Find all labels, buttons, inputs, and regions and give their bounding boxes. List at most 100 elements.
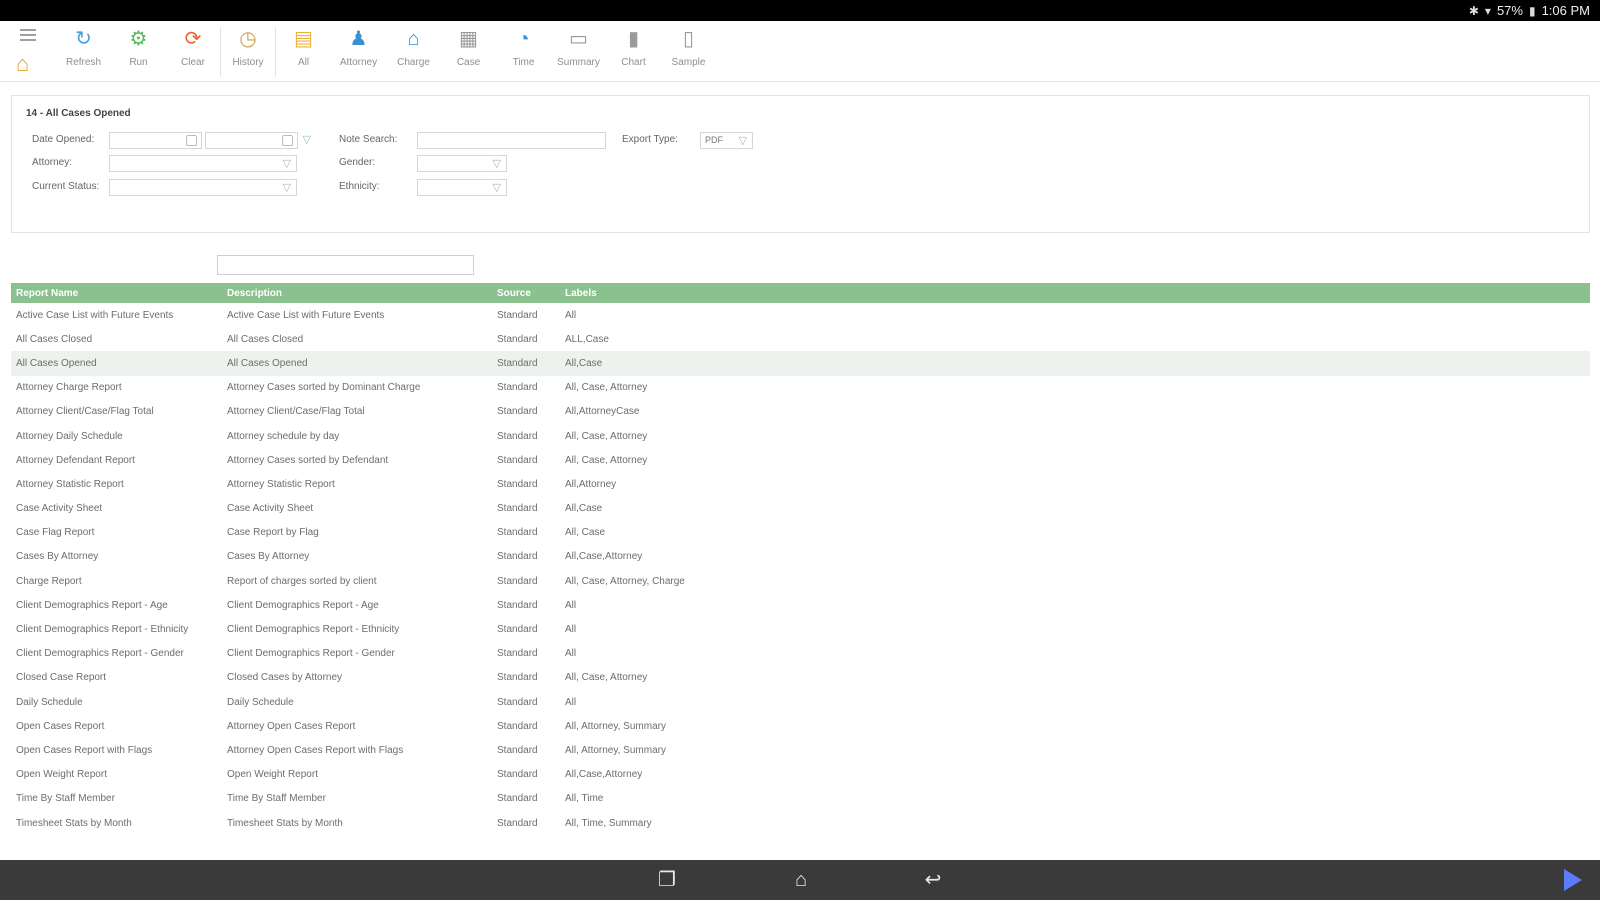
cell-labels: All, Time, Summary bbox=[565, 817, 652, 829]
table-row[interactable]: Timesheet Stats by Month Timesheet Stats … bbox=[11, 810, 1590, 836]
clock-text: 1:06 PM bbox=[1541, 3, 1590, 18]
table-row[interactable]: Client Demographics Report - Age Client D… bbox=[11, 593, 1590, 618]
header-source[interactable]: Source bbox=[491, 288, 559, 299]
toolbar-sample-button[interactable]: ▯ Sample bbox=[661, 27, 716, 77]
table-row[interactable]: Charge Report Report of charges sorted by… bbox=[11, 569, 1590, 594]
cell-description: Active Case List with Future Events bbox=[227, 309, 385, 321]
toolbar-time-button[interactable]: ◔ Time bbox=[496, 27, 551, 77]
report-search-input[interactable] bbox=[217, 255, 474, 275]
clear-icon: ⟳ bbox=[184, 28, 202, 50]
table-row[interactable]: Open Weight Report Open Weight Report Stan… bbox=[11, 762, 1590, 787]
toolbar-chart-button[interactable]: ▮ Chart bbox=[606, 27, 661, 77]
cell-labels: All, Case, Attorney bbox=[565, 430, 648, 442]
toolbar-refresh-button[interactable]: ↻ Refresh bbox=[56, 27, 111, 77]
cell-description: Attorney schedule by day bbox=[227, 430, 340, 442]
table-row[interactable]: Case Activity Sheet Case Activity Sheet St… bbox=[11, 496, 1590, 521]
cell-source: Standard bbox=[497, 720, 538, 732]
date-opened-to-input[interactable] bbox=[205, 132, 298, 149]
calendar-icon[interactable] bbox=[282, 135, 293, 146]
toolbar: ⌂ ↻ Refresh ⚙ Run ⟳ Clear ◷ History ▤ All ♟ Attorne… bbox=[0, 21, 1600, 82]
table-row[interactable]: Attorney Defendant Report Attorney Cases … bbox=[11, 448, 1590, 473]
case-icon: ▦ bbox=[459, 28, 478, 50]
toolbar-attorney-button[interactable]: ♟ Attorney bbox=[331, 27, 386, 77]
cell-labels: All, Case, Attorney bbox=[565, 382, 648, 394]
cell-report-name: Daily Schedule bbox=[16, 696, 83, 708]
reports-table: Report Name Description Source Labels Ac… bbox=[11, 283, 1590, 836]
table-row[interactable]: Daily Schedule Daily Schedule Standard All bbox=[11, 690, 1590, 715]
cell-source: Standard bbox=[497, 648, 538, 660]
table-row[interactable]: All Cases Opened All Cases Opened Standard… bbox=[11, 351, 1590, 376]
toolbar-clear-button[interactable]: ⟳ Clear bbox=[166, 27, 221, 77]
cell-report-name: All Cases Closed bbox=[16, 333, 93, 345]
table-row[interactable]: Closed Case Report Closed Cases by Attorn… bbox=[11, 665, 1590, 690]
cell-description: Case Activity Sheet bbox=[227, 503, 314, 515]
table-row[interactable]: Client Demographics Report - Ethnicity Cl… bbox=[11, 617, 1590, 642]
chevron-down-icon: ▽ bbox=[282, 182, 291, 194]
date-opened-from-input[interactable] bbox=[109, 132, 202, 149]
cell-description: Attorney Open Cases Report with Flags bbox=[227, 744, 404, 756]
cell-report-name: Cases By Attorney bbox=[16, 551, 99, 563]
toolbar-case-button[interactable]: ▦ Case bbox=[441, 27, 496, 77]
table-row[interactable]: Attorney Statistic Report Attorney Statis… bbox=[11, 472, 1590, 497]
cell-report-name: Closed Case Report bbox=[16, 672, 107, 684]
attorney-select[interactable]: ▽ bbox=[109, 155, 297, 172]
toolbar-history-button[interactable]: ◷ History bbox=[221, 27, 276, 77]
table-row[interactable]: Client Demographics Report - Gender Clien… bbox=[11, 641, 1590, 666]
table-row[interactable]: Open Cases Report Attorney Open Cases Rep… bbox=[11, 714, 1590, 739]
home-icon[interactable]: ⌂ bbox=[16, 53, 29, 75]
cell-source: Standard bbox=[497, 672, 538, 684]
toolbar-label: Case bbox=[456, 57, 481, 68]
table-row[interactable]: Attorney Client/Case/Flag Total Attorney … bbox=[11, 399, 1590, 424]
toolbar-label: Attorney bbox=[339, 57, 378, 68]
header-description[interactable]: Description bbox=[221, 288, 491, 299]
toolbar-charge-button[interactable]: ⌂ Charge bbox=[386, 27, 441, 77]
table-row[interactable]: All Cases Closed All Cases Closed Standard… bbox=[11, 327, 1590, 352]
stopwatch-icon: ◔ bbox=[517, 28, 530, 50]
menu-icon[interactable] bbox=[20, 29, 36, 43]
cell-labels: All, Case, Attorney bbox=[565, 672, 648, 684]
note-search-input[interactable] bbox=[417, 132, 606, 149]
note-search-label: Note Search: bbox=[339, 134, 398, 145]
table-row[interactable]: Time By Staff Member Time By Staff Member… bbox=[11, 786, 1590, 811]
toolbar-all-button[interactable]: ▤ All bbox=[276, 27, 331, 77]
toolbar-run-button[interactable]: ⚙ Run bbox=[111, 27, 166, 77]
table-row[interactable]: Attorney Daily Schedule Attorney schedule… bbox=[11, 423, 1590, 449]
table-row[interactable]: Cases By Attorney Cases By Attorney Standa… bbox=[11, 544, 1590, 570]
chevron-down-icon: ▽ bbox=[302, 134, 311, 146]
toolbar-summary-button[interactable]: ▭ Summary bbox=[551, 27, 606, 77]
cell-labels: All, Attorney, Summary bbox=[565, 720, 666, 732]
play-store-icon[interactable] bbox=[1564, 869, 1582, 891]
current-status-select[interactable]: ▽ bbox=[109, 179, 297, 196]
header-report-name[interactable]: Report Name bbox=[11, 288, 221, 299]
toolbar-label: Run bbox=[129, 57, 148, 68]
cell-description: Report of charges sorted by client bbox=[227, 575, 377, 587]
ethnicity-select[interactable]: ▽ bbox=[417, 179, 507, 196]
table-row[interactable]: Open Cases Report with Flags Attorney Ope… bbox=[11, 738, 1590, 763]
home-nav-icon[interactable]: ⌂ bbox=[786, 868, 816, 892]
cell-source: Standard bbox=[497, 624, 538, 636]
cell-report-name: Time By Staff Member bbox=[16, 793, 115, 805]
export-type-select[interactable]: PDF ▽ bbox=[700, 132, 753, 149]
back-icon[interactable]: ↩ bbox=[918, 868, 948, 892]
attorney-icon: ♟ bbox=[349, 28, 368, 50]
android-nav-bar: ❐ ⌂ ↩ bbox=[0, 860, 1600, 900]
date-range-dropdown[interactable]: ▽ bbox=[300, 132, 316, 149]
refresh-icon: ↻ bbox=[75, 28, 92, 50]
cell-labels: All,Case bbox=[565, 503, 603, 515]
recent-apps-icon[interactable]: ❐ bbox=[652, 868, 682, 892]
table-row[interactable]: Active Case List with Future Events Activ… bbox=[11, 303, 1590, 328]
cell-report-name: Charge Report bbox=[16, 575, 82, 587]
cell-description: Client Demographics Report - Ethnicity bbox=[227, 624, 400, 636]
cell-labels: All,Attorney bbox=[565, 478, 617, 490]
header-labels[interactable]: Labels bbox=[559, 288, 1590, 299]
cell-report-name: All Cases Opened bbox=[16, 357, 97, 369]
table-row[interactable]: Case Flag Report Case Report by Flag Stand… bbox=[11, 520, 1590, 545]
cell-labels: All, Attorney, Summary bbox=[565, 744, 666, 756]
cell-description: Attorney Cases sorted by Dominant Charge bbox=[227, 382, 421, 394]
cell-source: Standard bbox=[497, 430, 538, 442]
cell-source: Standard bbox=[497, 527, 538, 539]
report-title: 14 - All Cases Opened bbox=[26, 108, 131, 119]
calendar-icon[interactable] bbox=[186, 135, 197, 146]
table-row[interactable]: Attorney Charge Report Attorney Cases sor… bbox=[11, 375, 1590, 400]
gender-select[interactable]: ▽ bbox=[417, 155, 507, 172]
